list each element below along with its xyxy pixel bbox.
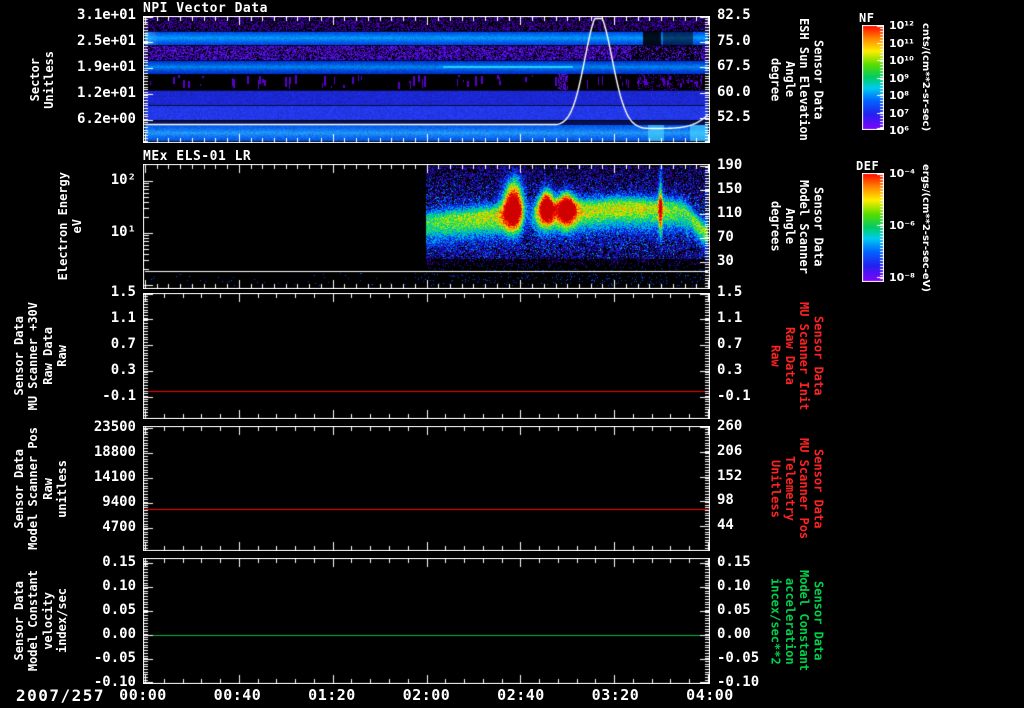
panel-5-plot-canvas — [143, 558, 710, 684]
y2-axis-label-line: Unitless — [768, 459, 783, 518]
colorbar-units-text: ergs/(cm**2-sr-sec-eV) — [920, 163, 931, 292]
y2-axis-label-line: acceleration — [782, 577, 797, 665]
y2-axis-label-line: MU Scanner Pos — [797, 437, 812, 540]
y2-axis-label-line: Sensor Data — [811, 186, 826, 267]
y-axis-label-line: Unitless — [42, 50, 57, 109]
time-tick-label: 00:40 — [213, 686, 262, 704]
y-axis-label-line: MU Scanner +30V — [26, 301, 41, 411]
y-axis-label-line: unitless — [55, 459, 70, 518]
colorbar-def-title: DEF — [856, 159, 880, 173]
panel-5-y-axis-label: Sensor Data Model Constant velocity index/s… — [12, 558, 70, 684]
panel-4-y2-axis-label: Sensor Data MU Scanner Pos Telemetry Unitle… — [768, 426, 826, 551]
y-axis-label-line: Sector — [28, 57, 42, 102]
y-axis-label-line: Raw — [55, 345, 70, 367]
y2-axis-label-line: degree — [768, 57, 783, 102]
plot-figure: NPI Vector Data MEx ELS-01 LR 2007/257 N… — [0, 0, 1024, 708]
colorbar-def-canvas — [862, 173, 884, 282]
panel-4-y-axis-label: Sensor Data Model Scanner Pos Raw unitless — [12, 426, 70, 551]
y-axis-label-line: Model Constant — [26, 570, 41, 672]
y2-axis-label-line: Sensor Data — [811, 448, 826, 529]
panel-2-ytick-label: 10² — [110, 172, 136, 188]
y2-axis-label-line: Raw — [768, 345, 783, 367]
colorbar-def-tick-label: 10⁻⁶ — [889, 219, 915, 232]
colorbar-nf-canvas — [862, 25, 884, 130]
colorbar-nf-tick-label: 10⁹ — [889, 71, 910, 85]
colorbar-nf-tick-label: 10¹¹ — [889, 36, 914, 50]
colorbar-units-text: cnts/(cm**2-sr-sec) — [920, 23, 931, 132]
y-axis-label-line: Electron Energy — [56, 172, 70, 281]
y-axis-label-line: Sensor Data — [12, 581, 26, 661]
panel-3-plot-canvas — [143, 293, 710, 419]
panel-2-ytick-label: 10¹ — [110, 224, 136, 240]
panel-2-y-axis-label: Electron Energy eV — [56, 164, 85, 289]
y2-axis-label-line: Sensor Data — [811, 316, 826, 396]
time-tick-label: 02:00 — [402, 686, 451, 704]
y-axis-label-line: Sensor Data — [12, 448, 26, 529]
els-spectrogram-canvas — [143, 164, 710, 289]
time-tick-label: 00:00 — [119, 686, 167, 704]
y2-axis-label-line: Angle — [782, 208, 797, 245]
y-axis-label-line: Raw — [40, 477, 55, 500]
y2-axis-label-line: Model Constant — [797, 570, 812, 672]
colorbar-nf-units: cnts/(cm**2-sr-sec) — [919, 13, 931, 142]
time-tick-label: 02:40 — [497, 686, 545, 704]
time-tick-label: 01:20 — [308, 686, 356, 704]
y2-axis-label-line: Sensor Data — [811, 581, 826, 661]
y-axis-label-line: Model Scanner Pos — [26, 427, 41, 550]
y-axis-label-line: velocity — [40, 592, 55, 650]
panel-3-y2-axis-label: Sensor Data MU Scanner Init Raw Data Raw — [768, 293, 826, 419]
y2-axis-label-line: Telemetry — [782, 455, 797, 522]
time-tick-label: 04:00 — [686, 686, 734, 704]
panel-3-y-axis-label: Sensor Data MU Scanner +30V Raw Data Raw — [12, 293, 70, 419]
time-tick-label: 03:20 — [591, 686, 640, 704]
panel-4-plot-canvas — [143, 426, 710, 551]
colorbar-def-tick-label: 10⁻⁸ — [889, 271, 915, 284]
colorbar-def-tick-label: 10⁻⁴ — [889, 167, 915, 180]
y2-axis-label-line: Angle — [782, 61, 797, 98]
colorbar-def-units: ergs/(cm**2-sr-sec-eV) — [919, 161, 931, 294]
y2-axis-label-line: degrees — [768, 201, 783, 252]
panel-title-npi: NPI Vector Data — [143, 1, 268, 16]
y2-axis-label-line: MU Scanner Init — [797, 301, 812, 411]
colorbar-nf-tick-label: 10⁸ — [889, 89, 910, 102]
panel-1-y-axis-label: Sector Unitless — [28, 16, 57, 143]
panel-1-y2-axis-label: Sensor Data ESH Sun Elevation Angle degree — [768, 16, 826, 143]
y2-axis-label-line: ESH Sun Elevation — [797, 18, 812, 141]
colorbar-nf-tick-label: 10¹² — [889, 19, 914, 32]
colorbar-nf-tick-label: 10¹⁰ — [889, 54, 914, 67]
y2-axis-label-line: incex/sec**2 — [768, 577, 783, 665]
y-axis-label-line: Sensor Data — [12, 316, 26, 396]
colorbar-nf-tick-label: 10⁷ — [889, 106, 910, 120]
panel-2-y2-axis-label: Sensor Data Model Scanner Angle degrees — [768, 164, 826, 289]
npi-spectrogram-canvas — [143, 16, 710, 143]
y-axis-label-line: eV — [70, 219, 85, 234]
colorbar-nf-title: NF — [859, 11, 875, 25]
y-axis-label-line: index/sec — [55, 588, 70, 654]
y-axis-label-line: Raw Data — [40, 327, 55, 385]
colorbar-nf-tick-label: 10⁶ — [889, 124, 910, 137]
panel-5-y2-axis-label: Sensor Data Model Constant acceleration inc… — [768, 558, 826, 684]
y2-axis-label-line: Model Scanner — [797, 179, 812, 274]
y2-axis-label-line: Sensor Data — [811, 39, 826, 120]
y2-axis-label-line: Raw Data — [782, 327, 797, 385]
panel-title-els: MEx ELS-01 LR — [143, 149, 252, 164]
